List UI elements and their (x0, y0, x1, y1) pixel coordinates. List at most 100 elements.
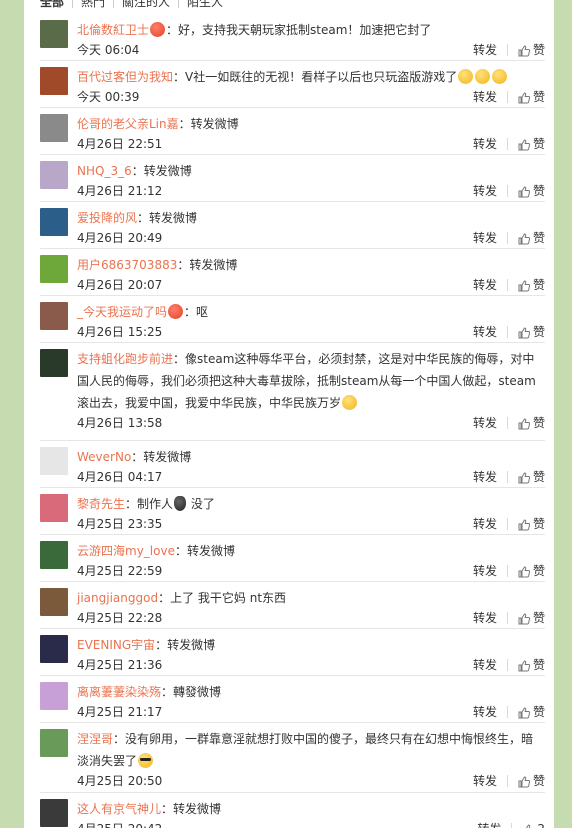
forward-button[interactable]: 转发 (473, 414, 497, 432)
comment-item: jiangjianggod：上了 我干它妈 nt东西 4月25日 22:28 转发 赞 (40, 582, 545, 629)
comment-item: 离离萋萋染染殇：轉發微博 4月25日 21:17 转发 赞 (40, 676, 545, 723)
avatar[interactable] (40, 729, 68, 757)
comment-username-link[interactable]: 这人有京气神儿 (77, 802, 161, 816)
like-button[interactable]: 赞 (518, 656, 545, 674)
avatar[interactable] (40, 114, 68, 142)
like-button[interactable]: 赞 (518, 41, 545, 59)
forward-button[interactable]: 转发 (473, 88, 497, 106)
avatar[interactable] (40, 635, 68, 663)
comment-username-link[interactable]: EVENING宇宙 (77, 638, 155, 652)
comment-username-link[interactable]: 涅涅哥 (77, 732, 113, 746)
comment-text: 云游四海my_love：转发微博 (77, 540, 545, 562)
comment-item: WeverNo：转发微博 4月26日 04:17 转发 赞 (40, 441, 545, 488)
avatar[interactable] (40, 799, 68, 827)
like-button[interactable]: 赞 (518, 229, 545, 247)
comment-text: WeverNo：转发微博 (77, 446, 545, 468)
like-button[interactable]: 赞 (518, 562, 545, 580)
comment-username-link[interactable]: 黎奇先生 (77, 497, 125, 511)
comment-item: 用户6863703883：转发微博 4月26日 20:07 转发 赞 (40, 249, 545, 296)
like-button[interactable]: 赞 (518, 88, 545, 106)
like-button[interactable]: 赞 (518, 135, 545, 153)
tab-strangers[interactable]: 陌生人 (178, 0, 231, 8)
forward-button[interactable]: 转发 (473, 276, 497, 294)
avatar[interactable] (40, 588, 68, 616)
comment-item: EVENING宇宙：转发微博 4月25日 21:36 转发 赞 (40, 629, 545, 676)
forward-button[interactable]: 转发 (473, 703, 497, 721)
forward-button[interactable]: 转发 (477, 820, 501, 828)
comment-username-link[interactable]: 伦哥的老父亲Lin嘉 (77, 117, 179, 131)
avatar[interactable] (40, 20, 68, 48)
like-button[interactable]: 赞 (518, 609, 545, 627)
forward-button[interactable]: 转发 (473, 656, 497, 674)
avatar[interactable] (40, 447, 68, 475)
comment-item: _今天我运动了吗 ：呕 4月26日 15:25 转发 赞 (40, 296, 545, 343)
like-button[interactable]: 赞 (518, 323, 545, 341)
tab-all[interactable]: 全部 (40, 0, 72, 8)
comment-panel: 全部 熱門 關注的人 陌生人 北倫数紅卫士 ：好，支持我天朝玩家抵制steam！加… (24, 0, 554, 828)
forward-button[interactable]: 转发 (473, 609, 497, 627)
comment-username-link[interactable]: WeverNo (77, 450, 131, 464)
comment-username-link[interactable]: jiangjianggod (77, 591, 158, 605)
comment-content: ：转发微博 (178, 117, 239, 131)
like-button[interactable]: 赞 (518, 703, 545, 721)
tab-following[interactable]: 關注的人 (113, 0, 178, 8)
comment-text: 黎奇先生：制作人 没了 (77, 493, 545, 515)
forward-button[interactable]: 转发 (473, 562, 497, 580)
comment-time: 4月25日 22:28 (77, 611, 163, 625)
flag-emoji-icon (168, 304, 184, 319)
avatar[interactable] (40, 682, 68, 710)
like-button[interactable]: 赞 (518, 772, 545, 790)
comment-username-link[interactable]: 用户6863703883 (77, 258, 177, 272)
avatar[interactable] (40, 541, 68, 569)
comment-actions: 转发 赞 (473, 468, 545, 486)
like-button[interactable]: 赞 (518, 515, 545, 533)
forward-button[interactable]: 转发 (473, 772, 497, 790)
forward-button[interactable]: 转发 (473, 515, 497, 533)
like-label: 赞 (532, 416, 545, 430)
avatar[interactable] (40, 208, 68, 236)
avatar[interactable] (40, 67, 68, 95)
filter-tabs: 全部 熱門 關注的人 陌生人 (40, 0, 231, 10)
avatar[interactable] (40, 349, 68, 377)
action-divider (506, 138, 508, 150)
comment-username-link[interactable]: NHQ_3_6 (77, 164, 132, 178)
like-button[interactable]: 赞 (518, 468, 545, 486)
comment-actions: 转发 赞 (473, 88, 545, 106)
comment-time: 4月25日 22:59 (77, 564, 163, 578)
face-emoji-icon (492, 69, 508, 84)
comment-content: ：转发微博 (137, 211, 198, 225)
like-button[interactable]: 2 (522, 820, 545, 828)
like-button[interactable]: 赞 (518, 276, 545, 294)
comment-username-link[interactable]: 北倫数紅卫士 (77, 23, 149, 37)
comment-item: 百代过客但为我知：V社一如既往的无视！看样子以后也只玩盗版游戏了 今天 00:39… (40, 61, 545, 108)
forward-button[interactable]: 转发 (473, 41, 497, 59)
comment-username-link[interactable]: 云游四海my_love (77, 544, 175, 558)
forward-button[interactable]: 转发 (473, 135, 497, 153)
forward-button[interactable]: 转发 (473, 468, 497, 486)
avatar[interactable] (40, 302, 68, 330)
forward-button[interactable]: 转发 (473, 323, 497, 341)
forward-button[interactable]: 转发 (473, 182, 497, 200)
comment-item: 涅涅哥：没有卵用，一群靠意淫就想打败中国的傻子，最终只有在幻想中悔恨终生，暗淡消… (40, 723, 545, 793)
forward-button[interactable]: 转发 (473, 229, 497, 247)
thumbs-up-icon (518, 91, 530, 103)
comment-username-link[interactable]: 百代过客但为我知 (77, 70, 173, 84)
comment-username-link[interactable]: _今天我运动了吗 (77, 305, 167, 319)
like-label: 赞 (532, 137, 545, 151)
action-divider (506, 326, 508, 338)
like-button[interactable]: 赞 (518, 182, 545, 200)
action-divider (506, 706, 508, 718)
comment-username-link[interactable]: 支持蛆化跑步前进 (77, 352, 173, 366)
comment-username-link[interactable]: 离离萋萋染染殇 (77, 685, 161, 699)
avatar[interactable] (40, 494, 68, 522)
thumbs-up-icon (518, 471, 530, 483)
comment-text: 用户6863703883：转发微博 (77, 254, 545, 276)
comment-time: 4月26日 04:17 (77, 470, 163, 484)
comment-username-link[interactable]: 爱投降的风 (77, 211, 137, 225)
avatar[interactable] (40, 161, 68, 189)
avatar[interactable] (40, 255, 68, 283)
tab-hot[interactable]: 熱門 (72, 0, 113, 8)
like-label: 赞 (532, 774, 545, 788)
like-label: 赞 (532, 278, 545, 292)
like-button[interactable]: 赞 (518, 414, 545, 432)
